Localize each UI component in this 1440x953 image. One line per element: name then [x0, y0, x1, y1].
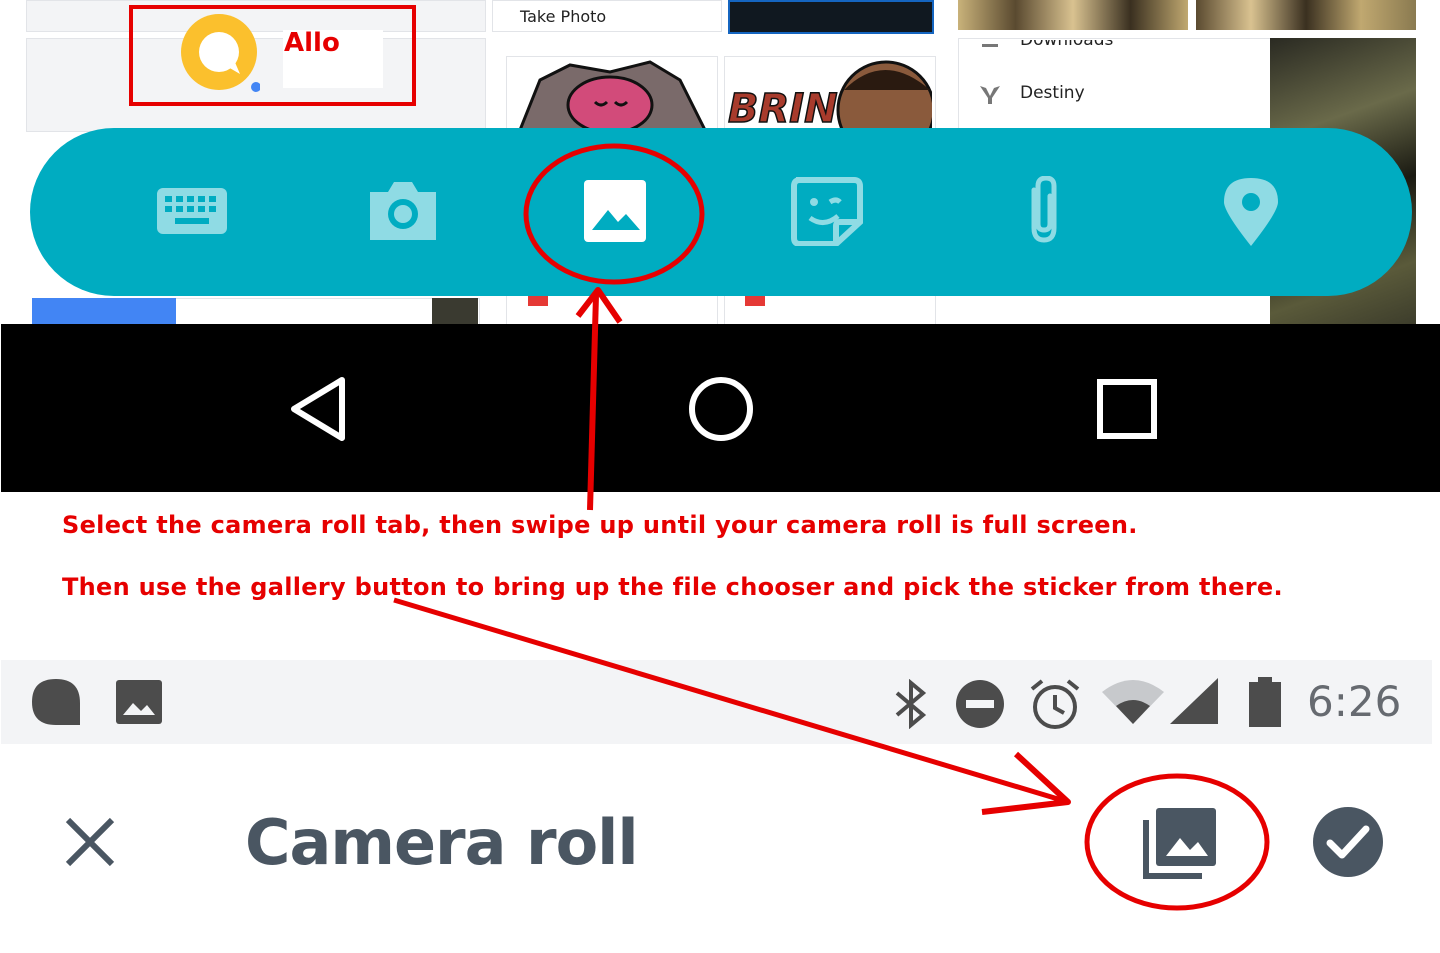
battery-icon [1249, 677, 1281, 727]
attachment-icon[interactable] [1004, 176, 1078, 246]
home-button[interactable] [686, 374, 756, 444]
sticker-rock-creature [518, 60, 707, 130]
wifi-icon [1102, 680, 1164, 724]
sticker-thumb [728, 0, 934, 34]
sticker-icon[interactable] [790, 176, 864, 246]
photo-thumb [1196, 0, 1416, 30]
page-title: Camera roll [245, 806, 639, 879]
instruction-line-2: Then use the gallery button to bring up … [62, 573, 1283, 601]
recents-button[interactable] [1094, 376, 1160, 442]
confirm-check-button[interactable] [1312, 806, 1384, 878]
bluetooth-icon [895, 679, 927, 729]
keyboard-icon[interactable] [155, 176, 229, 246]
status-clock: 6:26 [1307, 677, 1402, 726]
allo-notification-icon [32, 679, 80, 725]
destiny-label: Destiny [1020, 83, 1085, 103]
alarm-icon [1030, 679, 1080, 729]
sticker-bring: BRING [727, 60, 932, 130]
downloads-label: Downloads [1020, 30, 1114, 50]
do-not-disturb-icon [956, 680, 1004, 728]
location-icon[interactable] [1214, 176, 1288, 246]
compose-toolbar [30, 128, 1412, 296]
take-photo-label: Take Photo [520, 7, 607, 26]
gallery-button[interactable] [1142, 806, 1218, 880]
back-button[interactable] [286, 374, 350, 444]
photo-thumb [958, 0, 1188, 30]
cell-signal-icon [1170, 678, 1218, 724]
downloads-icon [982, 44, 998, 47]
camera-icon[interactable] [366, 176, 440, 246]
destiny-icon [980, 86, 1000, 104]
close-icon[interactable] [60, 812, 120, 872]
image-icon[interactable] [580, 176, 654, 246]
gallery-notification-icon [116, 680, 162, 724]
allo-highlight-box [129, 5, 416, 106]
instruction-line-1: Select the camera roll tab, then swipe u… [62, 511, 1138, 539]
camera-roll-app-bar [0, 744, 1440, 953]
file-menu [958, 38, 1272, 130]
